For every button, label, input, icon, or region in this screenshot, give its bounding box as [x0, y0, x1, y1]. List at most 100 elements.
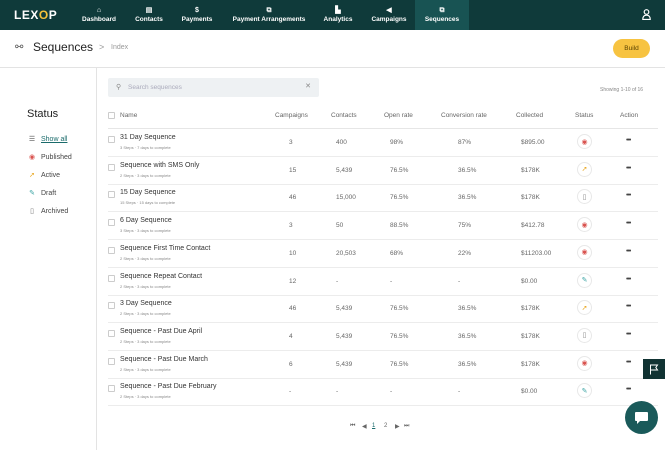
results-count: Showing 1-10 of 16	[600, 87, 644, 93]
open-rate-value: 76.5%	[390, 305, 409, 313]
nav-dashboard[interactable]: ⌂ Dashboard	[80, 0, 118, 30]
sequence-details: 3 Steps · 7 days to complete	[120, 145, 171, 150]
sequence-name[interactable]: Sequence First Time Contact	[120, 245, 210, 252]
column-header-campaigns[interactable]: Campaigns	[275, 112, 308, 119]
more-actions-icon[interactable]: •••	[626, 165, 631, 172]
table-row[interactable]: 31 Day Sequence 3 Steps · 7 days to compl…	[108, 129, 658, 157]
nav-payments[interactable]: $ Payments	[178, 0, 216, 30]
row-checkbox[interactable]	[108, 302, 115, 310]
contacts-value: 400	[336, 139, 347, 146]
row-checkbox[interactable]	[108, 274, 115, 282]
conversion-rate-value: 36.5%	[458, 332, 477, 340]
clear-icon[interactable]: ✕	[305, 82, 311, 90]
row-checkbox[interactable]	[108, 191, 115, 199]
more-actions-icon[interactable]: •••	[626, 220, 631, 227]
sequence-name[interactable]: Sequence - Past Due April	[120, 328, 202, 335]
contacts-value: -	[336, 277, 339, 285]
page-2[interactable]: 2	[384, 423, 387, 429]
column-header-conversion-rate[interactable]: Conversion rate	[441, 112, 487, 119]
more-actions-icon[interactable]: •••	[626, 386, 631, 393]
first-page-icon[interactable]: ⏮	[350, 423, 355, 430]
chat-button[interactable]	[625, 401, 658, 434]
nav-campaigns[interactable]: ◀ Campaigns	[367, 0, 411, 30]
rocket-icon: ➚	[577, 161, 592, 177]
more-actions-icon[interactable]: •••	[626, 359, 631, 366]
conversion-rate-value: 22%	[458, 249, 472, 257]
list-icon: ☰	[28, 136, 36, 143]
conversion-rate-value: 75%	[458, 222, 472, 230]
more-actions-icon[interactable]: •••	[626, 276, 631, 283]
contacts-value: -	[336, 388, 339, 396]
row-checkbox[interactable]	[108, 136, 115, 143]
more-actions-icon[interactable]: •••	[626, 303, 631, 310]
lexop-logo[interactable]: LEXOP	[14, 8, 57, 22]
row-checkbox[interactable]	[108, 219, 115, 227]
sequence-name[interactable]: Sequence Repeat Contact	[120, 273, 202, 280]
last-page-icon[interactable]: ⏭	[404, 423, 409, 430]
user-icon[interactable]	[642, 9, 651, 20]
sequence-details: 2 Steps · 3 days to complete	[120, 172, 171, 178]
table-row[interactable]: Sequence - Past Due April 2 Steps · 3 day…	[108, 323, 658, 351]
sequence-name[interactable]: 15 Day Sequence	[120, 189, 176, 196]
table-row[interactable]: Sequence First Time Contact 2 Steps · 3 d…	[108, 240, 658, 268]
nav-payment-arrangements[interactable]: ⧉ Payment Arrangements	[228, 0, 310, 30]
row-checkbox[interactable]	[108, 357, 115, 365]
sidebar-item-archived[interactable]: ▯ Archived	[27, 207, 68, 216]
eye-icon: ◉	[577, 134, 592, 149]
more-actions-icon[interactable]: •••	[626, 137, 631, 144]
sequence-name[interactable]: 3 Day Sequence	[120, 300, 172, 307]
breadcrumb[interactable]: Index	[111, 44, 128, 51]
sidebar-item-published[interactable]: ◉ Published	[27, 153, 72, 162]
nav-analytics[interactable]: ▙ Analytics	[319, 0, 357, 30]
column-header-collected[interactable]: Collected	[516, 112, 543, 119]
nav-label: Sequences	[424, 16, 460, 23]
previous-page-icon[interactable]: ◀	[362, 423, 367, 430]
table-row[interactable]: Sequence - Past Due February 2 Steps · 3 …	[108, 378, 658, 407]
select-all-checkbox[interactable]	[108, 112, 115, 119]
open-rate-value: 76.5%	[390, 166, 409, 174]
table-row[interactable]: Sequence Repeat Contact 2 Steps · 3 days …	[108, 268, 658, 296]
table-row[interactable]: 15 Day Sequence 15 Steps · 15 days to com…	[108, 184, 658, 213]
row-checkbox[interactable]	[108, 329, 115, 337]
row-checkbox[interactable]	[108, 385, 115, 393]
sidebar-item-draft[interactable]: ✎ Draft	[27, 189, 56, 198]
sidebar-item-active[interactable]: ➚ Active	[27, 171, 60, 180]
collected-value: $0.00	[521, 388, 538, 396]
column-header-status[interactable]: Status	[575, 112, 593, 119]
nav-contacts[interactable]: ▤ Contacts	[130, 0, 168, 30]
more-actions-icon[interactable]: •••	[626, 331, 631, 338]
collected-value: $178K	[521, 360, 540, 368]
conversion-rate-value: -	[458, 277, 461, 285]
build-button[interactable]: Build	[613, 39, 650, 58]
sequence-name[interactable]: 6 Day Sequence	[120, 217, 172, 224]
column-header-contacts[interactable]: Contacts	[331, 112, 357, 119]
sequence-name[interactable]: Sequence with SMS Only	[120, 162, 199, 169]
next-page-icon[interactable]: ▶	[395, 423, 400, 430]
sidebar-item-label: Show all	[41, 135, 68, 143]
nav-sequences[interactable]: ⧉ Sequences	[415, 0, 469, 30]
more-actions-icon[interactable]: •••	[626, 248, 631, 255]
page-1[interactable]: 1	[372, 423, 375, 429]
open-rate-value: -	[390, 277, 393, 285]
table-row[interactable]: Sequence with SMS Only 2 Steps · 3 days t…	[108, 157, 658, 185]
page-title: Sequences	[33, 40, 94, 54]
column-header-name[interactable]: Name	[120, 112, 137, 119]
column-header-open-rate[interactable]: Open rate	[384, 112, 413, 119]
rocket-icon: ➚	[29, 172, 35, 179]
sequence-name[interactable]: Sequence - Past Due March	[120, 356, 208, 363]
eye-icon: ◉	[28, 154, 36, 161]
contacts-value: 5,439	[336, 332, 353, 340]
campaigns-value: 10	[289, 249, 297, 257]
row-checkbox[interactable]	[108, 163, 115, 171]
more-actions-icon[interactable]: •••	[626, 192, 631, 199]
home-icon: ⌂	[96, 7, 102, 14]
table-row[interactable]: 3 Day Sequence 2 Steps · 3 days to comple…	[108, 295, 658, 324]
table-row[interactable]: Sequence - Past Due March 2 Steps · 3 day…	[108, 351, 658, 379]
sequence-name[interactable]: Sequence - Past Due February	[120, 383, 217, 390]
sidebar-item-show-all[interactable]: ☰ Show all	[27, 135, 68, 144]
flag-button[interactable]	[643, 359, 665, 379]
search-input[interactable]	[128, 81, 298, 94]
table-row[interactable]: 6 Day Sequence 3 Steps · 3 days to comple…	[108, 212, 658, 241]
row-checkbox[interactable]	[108, 246, 115, 254]
sequence-name[interactable]: 31 Day Sequence	[120, 134, 176, 141]
